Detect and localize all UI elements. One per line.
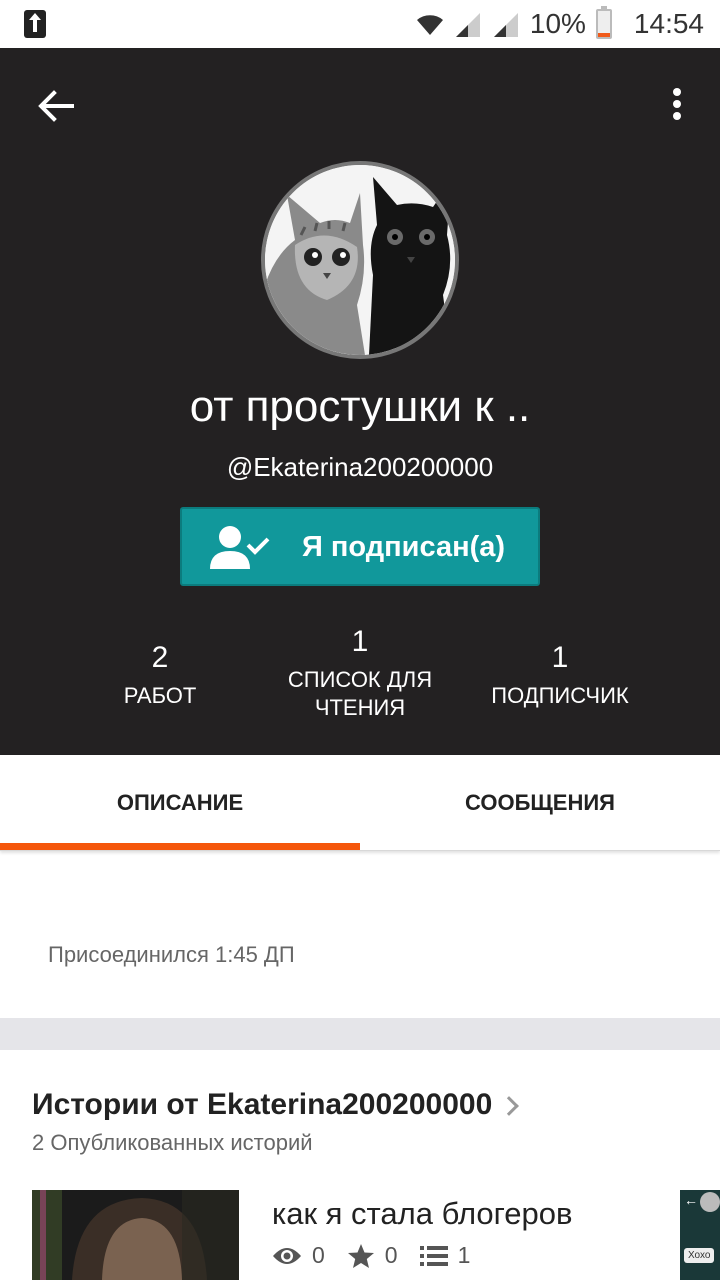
more-options-button[interactable]	[662, 82, 692, 126]
tab-messages[interactable]: СООБЩЕНИЯ	[360, 755, 720, 851]
stories-count: 2 Опубликованных историй	[32, 1130, 313, 1155]
tab-description[interactable]: ОПИСАНИЕ	[0, 755, 360, 851]
story-views-count: 0	[312, 1242, 325, 1268]
avatar-image	[265, 165, 455, 355]
stat-reading-lists-value: 1	[351, 625, 369, 658]
status-bar-right: 10% 14:54	[416, 0, 704, 48]
signal-icon	[455, 13, 480, 37]
story-parts-count: 1	[457, 1242, 471, 1268]
battery-icon	[595, 6, 612, 39]
stat-works-value: 2	[151, 641, 169, 674]
profile-header: от простушки к .. @Ekaterina200200000 Я …	[0, 48, 720, 755]
more-vert-icon	[673, 88, 681, 96]
status-bar: 10% 14:54	[0, 0, 720, 48]
story-cover-image	[32, 1190, 239, 1280]
eye-icon	[273, 1247, 301, 1264]
stat-followers[interactable]: 1 ПОДПИСЧИК	[450, 640, 670, 710]
section-divider	[0, 1018, 720, 1050]
back-arrow-icon	[38, 90, 74, 122]
stat-reading-lists-label: СПИСОК ДЛЯ ЧТЕНИЯ	[287, 667, 433, 720]
avatar	[261, 161, 459, 359]
following-button[interactable]: Я подписан(а)	[180, 507, 540, 586]
person-check-icon	[210, 526, 270, 569]
stat-followers-label: ПОДПИСЧИК	[491, 683, 629, 708]
story-parts: 1	[419, 1242, 471, 1269]
upload-notification-icon	[24, 10, 46, 38]
stories-section-header[interactable]: Истории от Ekaterina200200000	[32, 1088, 520, 1122]
stat-followers-value: 1	[551, 641, 569, 674]
star-icon	[347, 1243, 374, 1268]
active-tab-indicator	[0, 843, 360, 850]
next-story-cover-text: Хохо	[684, 1248, 715, 1263]
profile-username: @Ekaterina200200000	[226, 452, 494, 482]
stat-works[interactable]: 2 РАБОТ	[50, 640, 270, 710]
joined-text: Присоединился 1:45 ДП	[48, 942, 295, 967]
stories-section-title: Истории от Ekaterina200200000	[32, 1088, 493, 1121]
stat-reading-lists[interactable]: 1 СПИСОК ДЛЯ ЧТЕНИЯ	[250, 624, 470, 722]
story-title[interactable]: как я стала блогеров	[272, 1196, 572, 1232]
story-votes: 0	[347, 1242, 398, 1269]
signal-icon	[493, 13, 518, 37]
chevron-right-icon	[499, 1096, 520, 1116]
clock: 14:54	[633, 8, 704, 39]
story-stats: 0 0 1	[272, 1242, 492, 1269]
story-views: 0	[272, 1242, 325, 1269]
profile-display-name: от простушки к ..	[189, 382, 531, 431]
list-icon	[419, 1245, 448, 1266]
story-votes-count: 0	[384, 1242, 398, 1268]
back-button[interactable]	[30, 80, 82, 132]
following-button-label: Я подписан(а)	[302, 531, 506, 563]
battery-percent: 10%	[529, 8, 586, 39]
wifi-icon	[416, 15, 443, 35]
back-arrow-icon: ←	[684, 1192, 698, 1208]
story-cover[interactable]	[32, 1190, 239, 1280]
stat-works-label: РАБОТ	[123, 683, 197, 708]
profile-tabs: ОПИСАНИЕ СООБЩЕНИЯ	[0, 755, 720, 851]
next-story-cover[interactable]: ← Хохо	[680, 1190, 720, 1280]
avatar	[700, 1192, 720, 1212]
